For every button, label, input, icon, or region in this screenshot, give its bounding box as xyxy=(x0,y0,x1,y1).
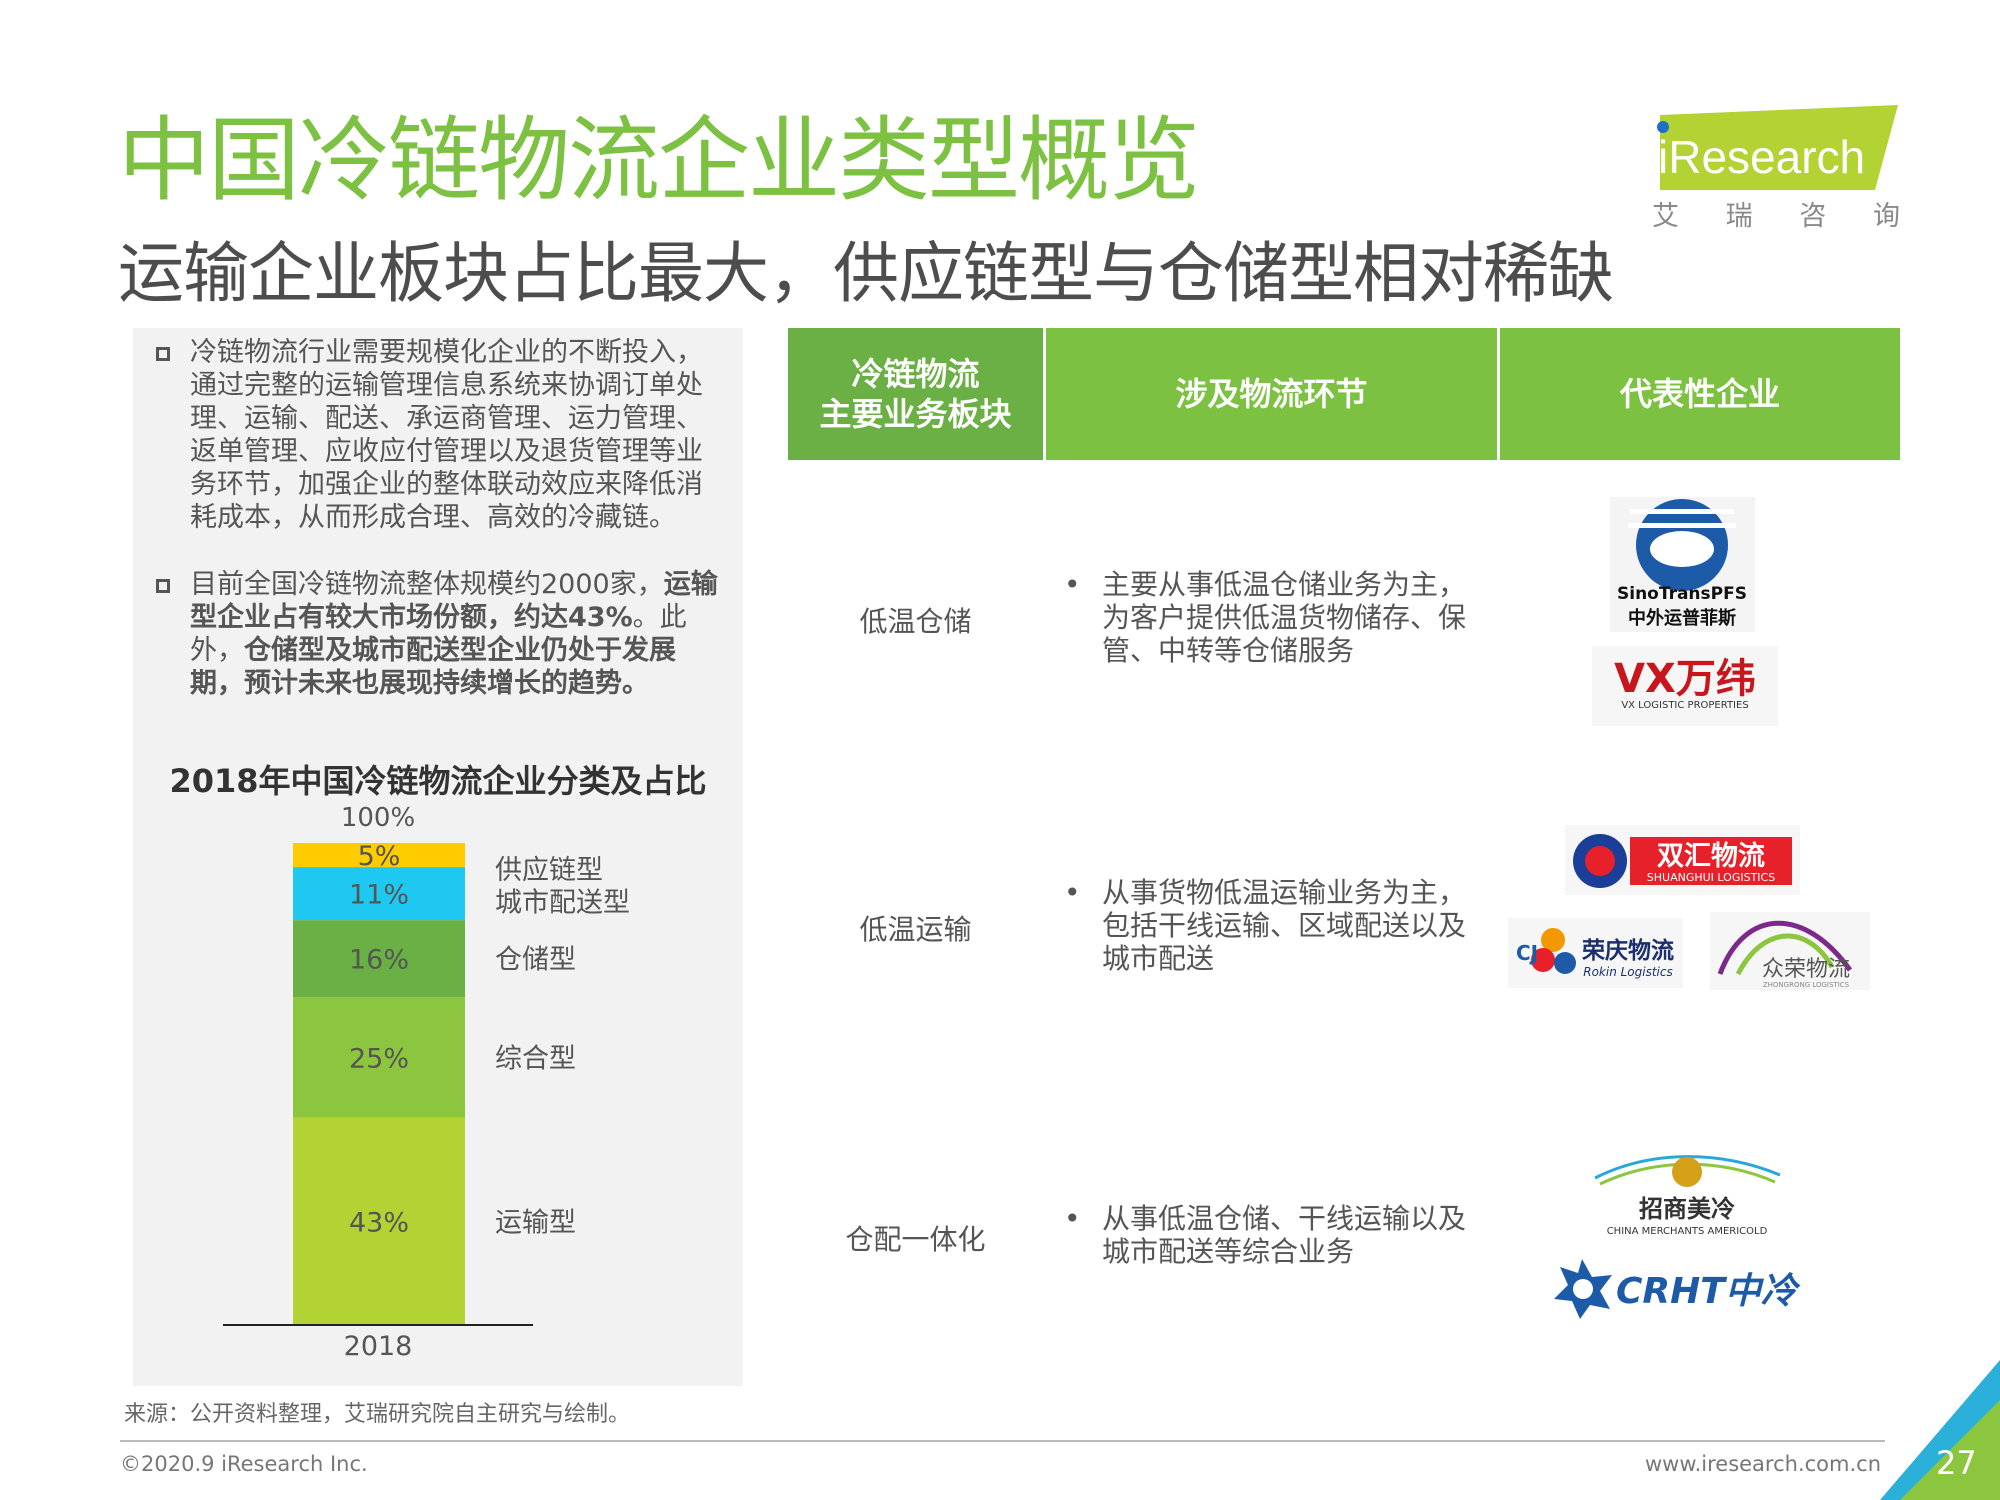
description-text: 从事低温仓储、干线运输以及城市配送等综合业务 xyxy=(1102,1202,1467,1268)
bullet-dot: • xyxy=(1064,876,1081,909)
logo-subname: 中外运普菲斯 xyxy=(1628,607,1736,629)
x-tick-label: 2018 xyxy=(344,1331,413,1362)
table-header: 冷链物流 主要业务板块 涉及物流环节 代表性企业 xyxy=(788,328,1900,460)
header-text: 代表性企业 xyxy=(1619,375,1780,413)
logo-subtitle: 艾 瑞 咨 询 xyxy=(1652,194,1900,233)
column-header-segment: 冷链物流 主要业务板块 xyxy=(788,328,1043,460)
logo-text: iResearch xyxy=(1658,131,1865,183)
header-text: 涉及物流环节 xyxy=(1175,375,1368,413)
vx-logo: VX万纬 VX LOGISTIC PROPERTIES xyxy=(1592,646,1778,726)
row-description: • 从事货物低温运输业务为主，包括干线运输、区域配送以及城市配送 xyxy=(1064,876,1484,975)
logo-name: VX万纬 xyxy=(1614,656,1756,702)
data-label: 11% xyxy=(349,880,409,911)
data-label: 43% xyxy=(349,1207,409,1238)
page-title: 中国冷链物流企业类型概览 xyxy=(118,107,1200,214)
logo-subname: Rokin Logistics xyxy=(1583,965,1673,979)
checkbox-bullet-icon xyxy=(156,579,170,593)
logo-char: 瑞 xyxy=(1725,201,1753,232)
series-label: 综合型 xyxy=(495,1043,576,1074)
logo-subname: VX LOGISTIC PROPERTIES xyxy=(1621,700,1748,711)
zhongrong-logo: 众荣物流 ZHONGRONG LOGISTICS xyxy=(1710,912,1870,990)
row-description: • 从事低温仓储、干线运输以及城市配送等综合业务 xyxy=(1064,1202,1484,1268)
rokin-logo: CJ 荣庆物流 Rokin Logistics xyxy=(1508,918,1683,988)
description-text: 主要从事低温仓储业务为主，为客户提供低温货物储存、保管、中转等仓储服务 xyxy=(1102,568,1467,667)
bullet-text-part: 目前全国冷链物流整体规模约2000家， xyxy=(190,569,664,600)
svg-text:CJ: CJ xyxy=(1516,941,1538,965)
logo-name: 荣庆物流 xyxy=(1581,937,1674,964)
copyright-text: ©2020.9 iResearch Inc. xyxy=(120,1452,368,1476)
column-header-companies: 代表性企业 xyxy=(1500,328,1900,460)
row-category: 低温仓储 xyxy=(859,605,972,638)
data-label: 25% xyxy=(349,1043,409,1074)
logo-name: 招商美冷 xyxy=(1639,1195,1735,1223)
logo-subname: SHUANGHUI LOGISTICS xyxy=(1647,871,1775,884)
description-text: 从事货物低温运输业务为主，包括干线运输、区域配送以及城市配送 xyxy=(1102,876,1467,975)
data-label: 5% xyxy=(358,841,401,872)
bullet-text: 目前全国冷链物流整体规模约2000家，运输型企业占有较大市场份额，约达43%。此… xyxy=(190,568,724,700)
logo-char: 询 xyxy=(1872,201,1900,232)
header-text: 冷链物流 主要业务板块 xyxy=(819,355,1012,433)
page-number: 27 xyxy=(1936,1444,1977,1482)
bullet-item: 冷链物流行业需要规模化企业的不断投入，通过完整的运输管理信息系统来协调订单处理、… xyxy=(156,336,724,534)
logo-char: 咨 xyxy=(1799,201,1827,232)
website-link[interactable]: www.iresearch.com.cn xyxy=(1645,1452,1881,1476)
crht-logo: CRHT中冷 xyxy=(1554,1259,1801,1319)
series-label: 供应链型 xyxy=(495,855,603,886)
bullet-dot: • xyxy=(1064,568,1081,601)
shuanghui-logo: 双汇物流 SHUANGHUI LOGISTICS xyxy=(1565,825,1800,895)
logo-name: 众荣物流 xyxy=(1762,957,1850,982)
logo-subname: ZHONGRONG LOGISTICS xyxy=(1763,981,1850,989)
column-header-stage: 涉及物流环节 xyxy=(1046,328,1497,460)
bullet-dot: • xyxy=(1064,1202,1081,1235)
series-label: 运输型 xyxy=(495,1207,576,1238)
logo-name: SinoTransPFS xyxy=(1617,584,1747,604)
bullet-item: 目前全国冷链物流整体规模约2000家，运输型企业占有较大市场份额，约达43%。此… xyxy=(156,568,724,700)
row-description: • 主要从事低温仓储业务为主，为客户提供低温货物储存、保管、中转等仓储服务 xyxy=(1064,568,1484,667)
bullet-text-bold: 仓储型及城市配送型企业仍处于发展期，预计未来也展现持续增长的趋势。 xyxy=(190,635,676,699)
source-note: 来源：公开资料整理，艾瑞研究院自主研究与绘制。 xyxy=(124,1402,631,1427)
checkbox-bullet-icon xyxy=(156,347,170,361)
stacked-bar-chart: 43% 运输型 25% 综合型 16% 仓储型 11% 城市配送型 5% 供应链型 100% 20… xyxy=(223,803,630,1362)
sinotrans-pfs-logo: SinoTransPFS 中外运普菲斯 xyxy=(1610,497,1755,632)
row-category: 仓配一体化 xyxy=(845,1223,986,1256)
series-label: 城市配送型 xyxy=(495,888,630,919)
logo-char: 艾 xyxy=(1652,201,1679,232)
bullet-text: 冷链物流行业需要规模化企业的不断投入，通过完整的运输管理信息系统来协调订单处理、… xyxy=(190,337,703,533)
logo-name: 双汇物流 xyxy=(1657,841,1765,872)
total-label: 100% xyxy=(341,803,415,833)
series-label: 仓储型 xyxy=(495,945,576,976)
logo-name: CRHT中冷 xyxy=(1616,1271,1801,1312)
footer-divider xyxy=(120,1440,1885,1442)
logo-subname: CHINA MERCHANTS AMERICOLD xyxy=(1607,1226,1768,1237)
data-label: 16% xyxy=(349,945,409,976)
china-merchants-americold-logo: 招商美冷 CHINA MERCHANTS AMERICOLD xyxy=(1594,1155,1781,1237)
row-category: 低温运输 xyxy=(859,913,972,946)
page-subtitle: 运输企业板块占比最大，供应链型与仓储型相对稀缺 xyxy=(118,235,1614,312)
